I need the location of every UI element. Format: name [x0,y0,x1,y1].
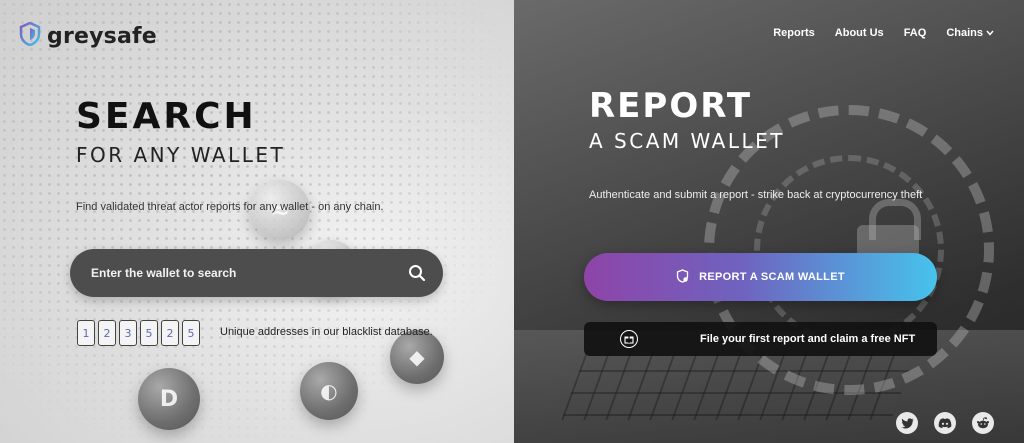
brand-logo[interactable]: greysafe [19,21,157,51]
coin-decoration: D [138,368,200,430]
counter-digit: 2 [161,320,179,346]
claim-nft-label: File your first report and claim a free … [700,333,916,345]
search-subtitle: FOR ANY WALLET [76,143,286,167]
nav-about-us[interactable]: About Us [835,27,884,39]
main-nav: Reports About Us FAQ Chains [773,27,994,39]
report-title: REPORT [589,86,753,126]
nav-reports[interactable]: Reports [773,27,815,39]
search-description: Find validated threat actor reports for … [76,201,384,213]
search-title: SEARCH [76,96,257,137]
coin-decoration: ◆ [390,330,444,384]
coin-decoration: ◐ [300,362,358,420]
shield-icon [19,21,41,51]
search-panel: ≈ D ◐ ◆ greysafe SEARCH FOR ANY WALLET F… [0,0,514,443]
counter-digit: 2 [98,320,116,346]
brand-name: greysafe [47,24,157,49]
reddit-icon[interactable] [972,412,994,434]
wallet-search-bar [70,249,443,297]
blacklist-counter: 1 2 3 5 2 5 [77,320,200,346]
twitter-icon[interactable] [896,412,918,434]
wallet-search-input[interactable] [91,266,405,280]
report-scam-wallet-button[interactable]: REPORT A SCAM WALLET [584,253,937,301]
counter-digit: 5 [182,320,200,346]
report-panel: Reports About Us FAQ Chains REPORT A SCA… [514,0,1024,443]
chevron-down-icon [986,27,994,39]
gift-icon [620,330,638,348]
claim-nft-banner[interactable]: File your first report and claim a free … [584,322,937,356]
counter-digit: 5 [140,320,158,346]
discord-icon[interactable] [934,412,956,434]
counter-digit: 3 [119,320,137,346]
nav-chains-label: Chains [946,27,983,39]
search-icon[interactable] [405,261,429,285]
report-subtitle: A SCAM WALLET [589,129,785,153]
report-description: Authenticate and submit a report - strik… [589,189,923,201]
counter-digit: 1 [77,320,95,346]
nav-faq[interactable]: FAQ [904,27,927,39]
social-links [896,412,994,434]
shield-lock-icon [676,268,689,286]
nav-chains[interactable]: Chains [946,27,994,39]
counter-label: Unique addresses in our blacklist databa… [220,326,433,338]
report-button-label: REPORT A SCAM WALLET [699,271,845,283]
